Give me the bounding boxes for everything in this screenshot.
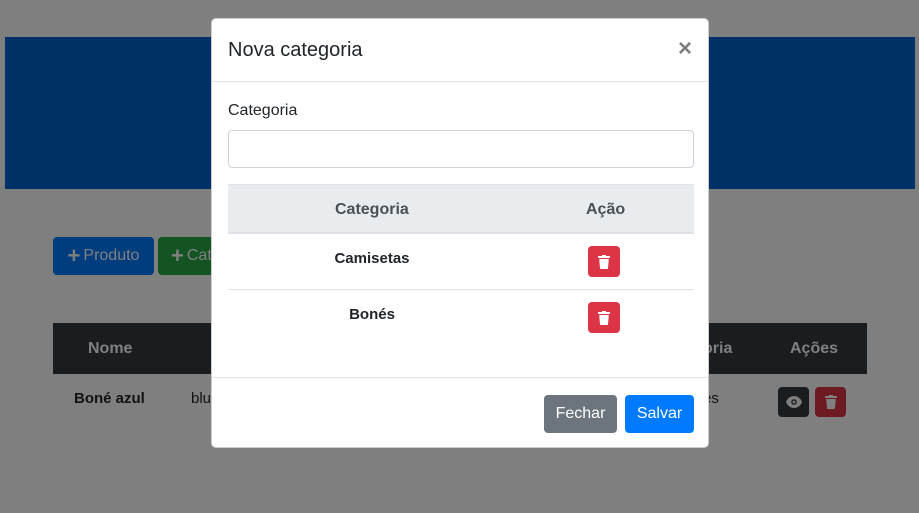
trash-icon xyxy=(598,310,610,325)
delete-category-button[interactable] xyxy=(588,246,620,277)
col-acao: Ação xyxy=(586,201,626,218)
nova-categoria-modal: Nova categoria × Categoria Categoria Açã… xyxy=(211,18,709,448)
modal-title: Nova categoria xyxy=(228,39,363,61)
modal-header: Nova categoria × xyxy=(212,19,708,82)
modal-footer: Fechar Salvar xyxy=(212,377,708,448)
table-row: Bonés xyxy=(228,290,694,346)
category-name: Bonés xyxy=(349,306,395,323)
categoria-label: Categoria xyxy=(228,102,298,119)
table-row: Camisetas xyxy=(228,234,694,290)
col-categoria: Categoria xyxy=(335,201,409,218)
categories-table-header: Categoria Ação xyxy=(228,184,694,234)
category-name: Camisetas xyxy=(334,250,410,267)
categoria-input[interactable] xyxy=(228,130,694,168)
fechar-button[interactable]: Fechar xyxy=(544,395,617,433)
delete-category-button[interactable] xyxy=(588,302,620,333)
salvar-button[interactable]: Salvar xyxy=(625,395,694,433)
close-icon[interactable]: × xyxy=(678,37,692,61)
trash-icon xyxy=(598,254,610,269)
categories-table: Categoria Ação Camisetas Bonés xyxy=(228,184,694,346)
